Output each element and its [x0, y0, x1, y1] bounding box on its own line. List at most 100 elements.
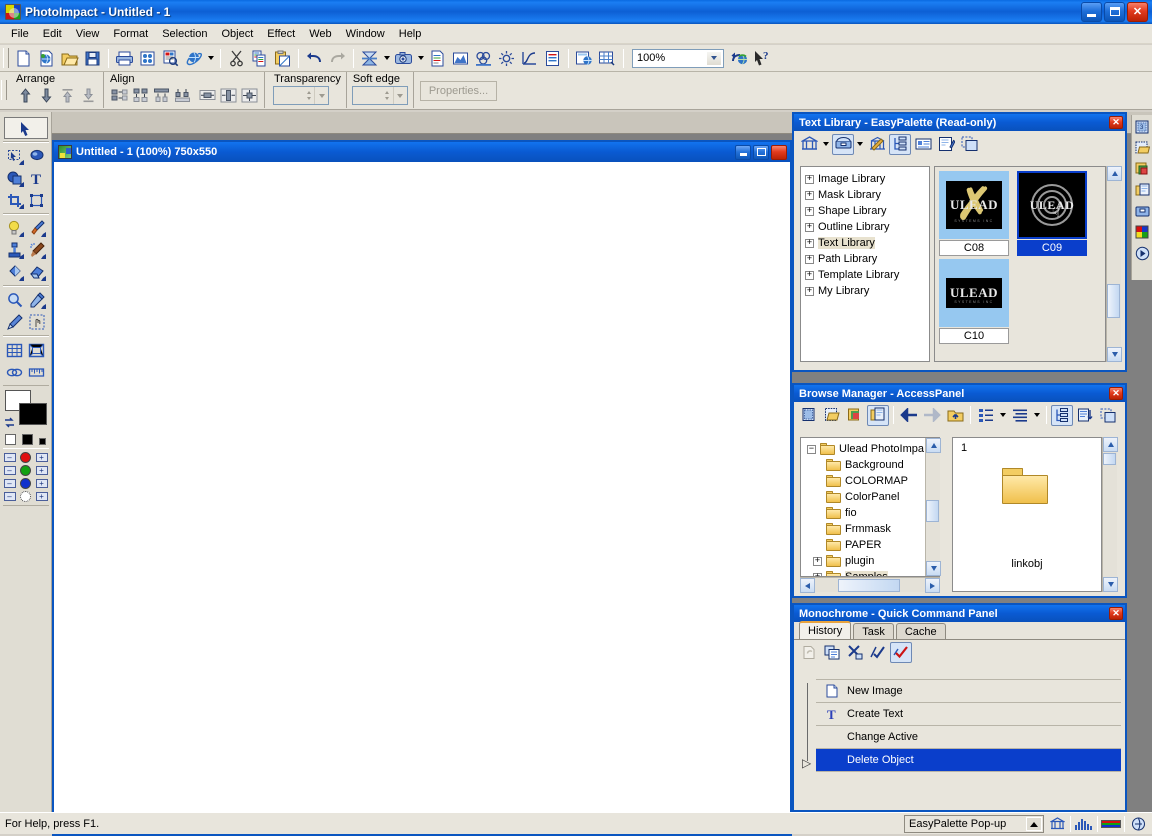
scroll-down-button[interactable]	[926, 561, 941, 576]
print-icon[interactable]	[113, 47, 136, 69]
paintbrush-tool[interactable]	[26, 217, 48, 239]
refresh-icon[interactable]	[1097, 405, 1119, 426]
menu-selection[interactable]: Selection	[155, 26, 214, 42]
properties-icon[interactable]	[541, 47, 564, 69]
lasso-selection-tool[interactable]	[26, 145, 48, 167]
easypalette-popup-combo[interactable]: EasyPalette Pop-up	[904, 814, 1044, 833]
web-object-icon[interactable]	[573, 47, 596, 69]
gallery-dropdown-arrow[interactable]	[821, 134, 831, 155]
slice-icon[interactable]	[596, 47, 619, 69]
menu-web[interactable]: Web	[302, 26, 338, 42]
delete-step-icon[interactable]	[844, 642, 866, 663]
browse-dock-icon[interactable]	[1133, 180, 1152, 201]
standard-selection-tool[interactable]	[4, 145, 26, 167]
apply-check-icon[interactable]	[867, 642, 889, 663]
redo-icon[interactable]	[326, 47, 349, 69]
scrollbar-thumb[interactable]	[926, 500, 939, 522]
tree-item-frmmask[interactable]: Frmmask	[801, 521, 939, 537]
menu-object[interactable]: Object	[214, 26, 260, 42]
list-view-icon[interactable]	[1009, 405, 1031, 426]
tab-cache[interactable]: Cache	[895, 623, 946, 639]
crop-tool[interactable]	[4, 189, 26, 211]
minimize-button[interactable]	[1081, 2, 1102, 22]
camera-dropdown-arrow[interactable]	[415, 47, 426, 69]
alpha-increase-button[interactable]: +	[35, 492, 48, 501]
tree-item-my-library[interactable]: + My Library	[801, 283, 929, 299]
expand-dock-icon[interactable]	[1133, 243, 1152, 264]
history-slider-track[interactable]	[807, 683, 808, 761]
scroll-down-button[interactable]	[1103, 577, 1118, 592]
popup-expand-button[interactable]	[1026, 816, 1042, 831]
properties-button[interactable]: Properties...	[419, 81, 498, 101]
cut-icon[interactable]	[225, 47, 248, 69]
scrollbar-thumb[interactable]	[1107, 284, 1120, 318]
pan-tool[interactable]	[26, 311, 48, 333]
soft-edge-stepper[interactable]	[351, 86, 408, 105]
browse-tree-hscrollbar[interactable]	[800, 577, 940, 593]
send-to-back-icon[interactable]	[78, 85, 98, 105]
mask-dock-icon[interactable]	[1133, 138, 1152, 159]
history-list[interactable]: New Image T Create Text Change Active De…	[816, 679, 1121, 791]
color-adjust-icon[interactable]	[472, 47, 495, 69]
expander-icon[interactable]: +	[805, 238, 814, 248]
mini-swatch-black-small[interactable]	[38, 438, 46, 445]
histogram-status-icon[interactable]	[1074, 815, 1094, 833]
scroll-right-button[interactable]	[925, 578, 940, 593]
duplicate-step-icon[interactable]	[821, 642, 843, 663]
browse-manager-tree[interactable]: − Ulead PhotoImpa Background COLORMAP Co…	[800, 437, 940, 577]
pen-tool[interactable]	[4, 311, 26, 333]
scroll-up-button[interactable]	[1103, 437, 1118, 452]
scroll-up-button[interactable]	[1107, 166, 1122, 181]
easypalette-close-button[interactable]: ✕	[1109, 116, 1123, 129]
histogram-icon[interactable]	[449, 47, 472, 69]
menu-effect[interactable]: Effect	[260, 26, 302, 42]
history-item-delete-object[interactable]: Delete Object	[816, 749, 1121, 772]
easypalette-scrollbar[interactable]	[1106, 166, 1122, 362]
blue-increase-button[interactable]: +	[35, 479, 48, 488]
eyedropper-tool[interactable]	[26, 289, 48, 311]
sort-icon[interactable]	[1074, 405, 1096, 426]
browse-thumb-vscrollbar[interactable]	[1102, 437, 1118, 592]
tree-item-colorpanel[interactable]: ColorPanel	[801, 489, 939, 505]
alpha-channel-dot[interactable]	[20, 491, 31, 502]
transparency-spin-arrows[interactable]	[303, 87, 314, 104]
tree-item-template-library[interactable]: + Template Library	[801, 267, 929, 283]
rgb-status-icon[interactable]	[1101, 815, 1121, 833]
path-shape-tool[interactable]	[4, 167, 26, 189]
alpha-decrease-button[interactable]: –	[3, 492, 16, 501]
toolbar-grip[interactable]	[3, 48, 9, 68]
document-minimize-button[interactable]	[735, 144, 751, 160]
scroll-left-button[interactable]	[800, 578, 815, 593]
tree-item-mask-library[interactable]: + Mask Library	[801, 187, 929, 203]
brightness-icon[interactable]	[495, 47, 518, 69]
history-item-create-text[interactable]: T Create Text	[816, 703, 1121, 726]
undo-icon[interactable]	[303, 47, 326, 69]
save-icon[interactable]	[81, 47, 104, 69]
camera-icon[interactable]	[392, 47, 415, 69]
list-view-dropdown-arrow[interactable]	[1032, 405, 1042, 426]
tree-item-plugin[interactable]: + plugin	[801, 553, 939, 569]
new-album-icon[interactable]	[798, 405, 820, 426]
align-top-bottom-icon[interactable]	[130, 85, 150, 105]
text-tool[interactable]: T	[26, 167, 48, 189]
frame-tool[interactable]	[26, 339, 48, 361]
green-channel-dot[interactable]	[20, 465, 31, 476]
save-album-icon[interactable]	[844, 405, 866, 426]
tree-item-path-library[interactable]: + Path Library	[801, 251, 929, 267]
soft-edge-dropdown[interactable]	[392, 87, 407, 104]
blue-channel-dot[interactable]	[20, 478, 31, 489]
easypalette-dock-icon[interactable]: 3	[1133, 117, 1152, 138]
paint-eraser-tool[interactable]	[26, 261, 48, 283]
tree-item-colormap[interactable]: COLORMAP	[801, 473, 939, 489]
link-tool[interactable]	[4, 361, 26, 383]
tree-item-samples[interactable]: + Samples	[801, 569, 939, 576]
menu-file[interactable]: File	[4, 26, 36, 42]
name-card-icon[interactable]	[912, 134, 934, 155]
thumbnail-c08[interactable]: ✗ ULEAD SYSTEMS INC C08	[939, 171, 1009, 256]
transform-tool[interactable]	[26, 189, 48, 211]
tree-item-image-library[interactable]: + Image Library	[801, 171, 929, 187]
blue-decrease-button[interactable]: –	[3, 479, 16, 488]
grid-tool[interactable]	[4, 339, 26, 361]
expander-icon[interactable]: +	[813, 556, 822, 566]
align-vertical-center-icon[interactable]	[151, 85, 171, 105]
